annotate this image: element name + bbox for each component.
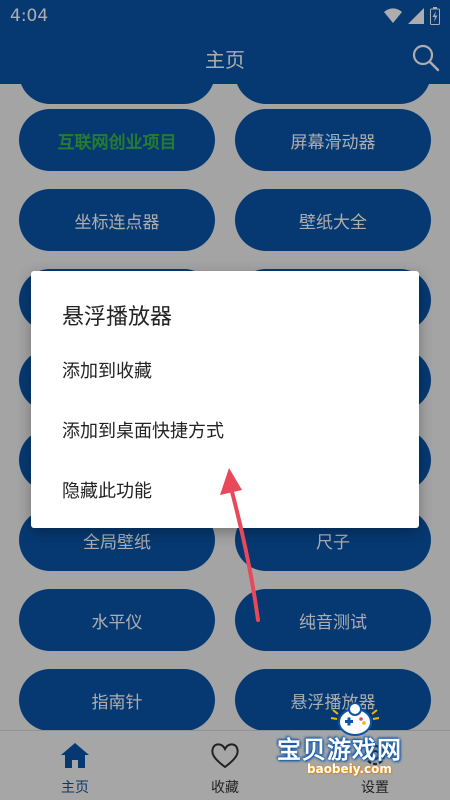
add-to-favorites-option[interactable]: 添加到收藏 [62,357,152,383]
watermark-text: 宝贝游戏网 [277,736,402,764]
watermark: 宝贝游戏网 baobeiy.com [275,700,445,780]
watermark-url: baobeiy.com [307,762,392,776]
hide-feature-option[interactable]: 隐藏此功能 [62,477,152,503]
add-desktop-shortcut-option[interactable]: 添加到桌面快捷方式 [62,417,224,443]
context-menu-dialog: 悬浮播放器 添加到收藏 添加到桌面快捷方式 隐藏此功能 [31,271,419,528]
dialog-title: 悬浮播放器 [62,305,173,330]
